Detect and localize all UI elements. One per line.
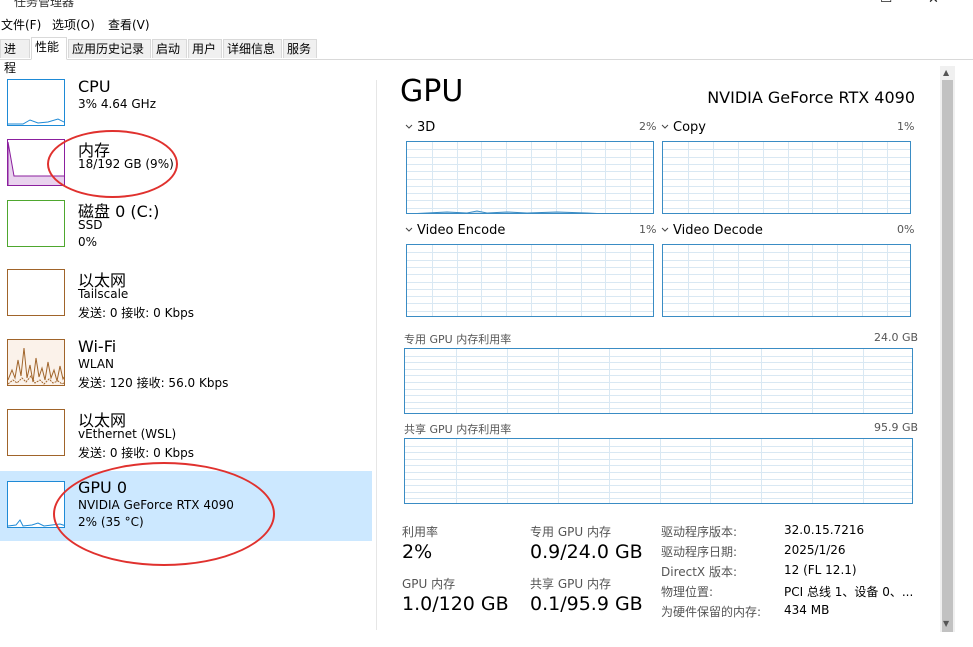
engine-3d-graph	[406, 141, 654, 214]
engine-3d-selector[interactable]: 3D	[405, 120, 435, 135]
dedicated-memory-stat-value: 0.9/24.0 GB	[530, 541, 643, 563]
dedicated-memory-max: 24.0 GB	[874, 331, 919, 344]
scroll-up-icon[interactable]: ▲	[943, 68, 949, 77]
tab-startup[interactable]: 启动	[152, 39, 187, 58]
dedicated-memory-label: 专用 GPU 内存利用率	[404, 333, 512, 346]
engine-name: Copy	[673, 120, 706, 135]
resource-detail: 3% 4.64 GHz	[78, 97, 157, 111]
dedicated-memory-graph	[404, 348, 913, 414]
detail-value: 434 MB	[784, 603, 830, 617]
tab-performance[interactable]: 性能	[31, 37, 67, 60]
detail-value: PCI 总线 1、设备 0、...	[784, 585, 914, 599]
resource-wifi[interactable]: Wi-Fi WLAN 发送: 120 接收: 56.0 Kbps	[0, 320, 372, 390]
tab-bar: 进程 性能 应用历史记录 启动 用户 详细信息 服务	[0, 37, 973, 75]
resource-disk[interactable]: 磁盘 0 (C:) SSD 0%	[0, 181, 372, 250]
resource-detail: vEthernet (WSL)	[78, 427, 177, 441]
gpu-detail-pane: GPU NVIDIA GeForce RTX 4090 3D 2% Copy 1…	[377, 60, 940, 647]
utilization-value: 2%	[402, 541, 433, 563]
engine-pct: 1%	[639, 223, 657, 236]
shared-memory-stat-label: 共享 GPU 内存	[530, 577, 611, 591]
shared-memory-stat-value: 0.1/95.9 GB	[530, 593, 643, 615]
restore-icon[interactable]: ▭	[880, 0, 892, 7]
resource-throughput: 发送: 0 接收: 0 Kbps	[78, 306, 194, 320]
resource-detail: Tailscale	[78, 287, 129, 301]
ethernet-thumbnail	[7, 269, 65, 316]
chevron-down-icon	[661, 124, 669, 129]
chevron-down-icon	[405, 227, 413, 232]
ethernet-thumbnail	[7, 409, 65, 456]
resource-list: CPU 3% 4.64 GHz 内存 18/192 GB (9%) 磁盘 0 (…	[0, 60, 372, 647]
tab-users[interactable]: 用户	[188, 39, 222, 58]
resource-throughput: 发送: 0 接收: 0 Kbps	[78, 446, 194, 460]
window-title: 任务管理器	[14, 0, 75, 9]
engine-pct: 2%	[639, 120, 657, 133]
cpu-thumbnail	[7, 79, 65, 126]
engine-video-encode-graph	[406, 244, 654, 317]
gpu-thumbnail	[7, 481, 65, 528]
vertical-scrollbar[interactable]: ▲ ▼	[940, 66, 955, 632]
resource-name: Wi-Fi	[78, 337, 117, 356]
engine-name: 3D	[417, 120, 436, 135]
menu-options[interactable]: 选项(O)	[52, 16, 95, 33]
engine-video-encode-selector[interactable]: Video Encode	[405, 223, 505, 238]
chevron-down-icon	[405, 124, 413, 129]
resource-detail: NVIDIA GeForce RTX 4090	[78, 498, 234, 512]
resource-name: CPU	[78, 77, 111, 96]
tab-details[interactable]: 详细信息	[223, 39, 282, 58]
resource-usage: 0%	[78, 235, 98, 249]
resource-name: GPU 0	[78, 478, 128, 497]
resource-ethernet-wsl[interactable]: 以太网 vEthernet (WSL) 发送: 0 接收: 0 Kbps	[0, 390, 372, 460]
utilization-label: 利用率	[402, 525, 439, 539]
resource-ethernet-tailscale[interactable]: 以太网 Tailscale 发送: 0 接收: 0 Kbps	[0, 250, 372, 320]
dedicated-memory-stat-label: 专用 GPU 内存	[530, 525, 611, 539]
scroll-down-icon[interactable]: ▼	[943, 619, 949, 628]
shared-memory-graph	[404, 438, 913, 504]
menu-bar: 文件(F) 选项(O) 查看(V)	[0, 14, 973, 32]
shared-memory-max: 95.9 GB	[874, 421, 919, 434]
resource-usage: 2% (35 °C)	[78, 515, 144, 529]
gpu-memory-label: GPU 内存	[402, 577, 456, 591]
engine-name: Video Decode	[673, 223, 763, 238]
engine-name: Video Encode	[417, 223, 506, 238]
detail-value: 12 (FL 12.1)	[784, 563, 857, 577]
scrollbar-thumb[interactable]	[942, 80, 953, 632]
detail-key: 驱动程序日期:	[661, 545, 738, 559]
resource-gpu0[interactable]: GPU 0 NVIDIA GeForce RTX 4090 2% (35 °C)	[0, 471, 372, 541]
detail-key: 驱动程序版本:	[661, 525, 738, 539]
resource-memory[interactable]: 内存 18/192 GB (9%)	[0, 120, 372, 189]
menu-file[interactable]: 文件(F)	[1, 16, 41, 33]
disk-thumbnail	[7, 200, 65, 247]
tab-processes[interactable]: 进程	[0, 39, 30, 75]
shared-memory-label: 共享 GPU 内存利用率	[404, 423, 512, 436]
resource-detail: SSD	[78, 218, 103, 232]
memory-thumbnail	[7, 139, 65, 186]
engine-pct: 0%	[897, 223, 915, 236]
detail-key: DirectX 版本:	[661, 565, 738, 579]
detail-value: 32.0.15.7216	[784, 523, 865, 537]
gpu-model: NVIDIA GeForce RTX 4090	[707, 88, 915, 107]
engine-copy-selector[interactable]: Copy	[661, 120, 706, 135]
engine-pct: 1%	[897, 120, 915, 133]
engine-video-decode-graph	[662, 244, 911, 317]
wifi-thumbnail	[7, 339, 65, 386]
detail-key: 物理位置:	[661, 585, 714, 599]
tab-app-history[interactable]: 应用历史记录	[68, 39, 151, 58]
resource-cpu[interactable]: CPU 3% 4.64 GHz	[0, 60, 372, 129]
detail-value: 2025/1/26	[784, 543, 846, 557]
detail-key: 为硬件保留的内存:	[661, 605, 762, 619]
chevron-down-icon	[661, 227, 669, 232]
title-bar: 任务管理器 ▭ ✕	[0, 0, 973, 10]
menu-view[interactable]: 查看(V)	[108, 16, 150, 33]
resource-detail: WLAN	[78, 357, 115, 371]
close-icon[interactable]: ✕	[928, 0, 939, 7]
resource-detail: 18/192 GB (9%)	[78, 157, 174, 171]
gpu-memory-value: 1.0/120 GB	[402, 593, 509, 615]
tab-services[interactable]: 服务	[283, 39, 317, 58]
engine-copy-graph	[662, 141, 911, 214]
page-title: GPU	[400, 74, 464, 109]
resource-throughput: 发送: 120 接收: 56.0 Kbps	[78, 376, 229, 390]
engine-video-decode-selector[interactable]: Video Decode	[661, 223, 763, 238]
